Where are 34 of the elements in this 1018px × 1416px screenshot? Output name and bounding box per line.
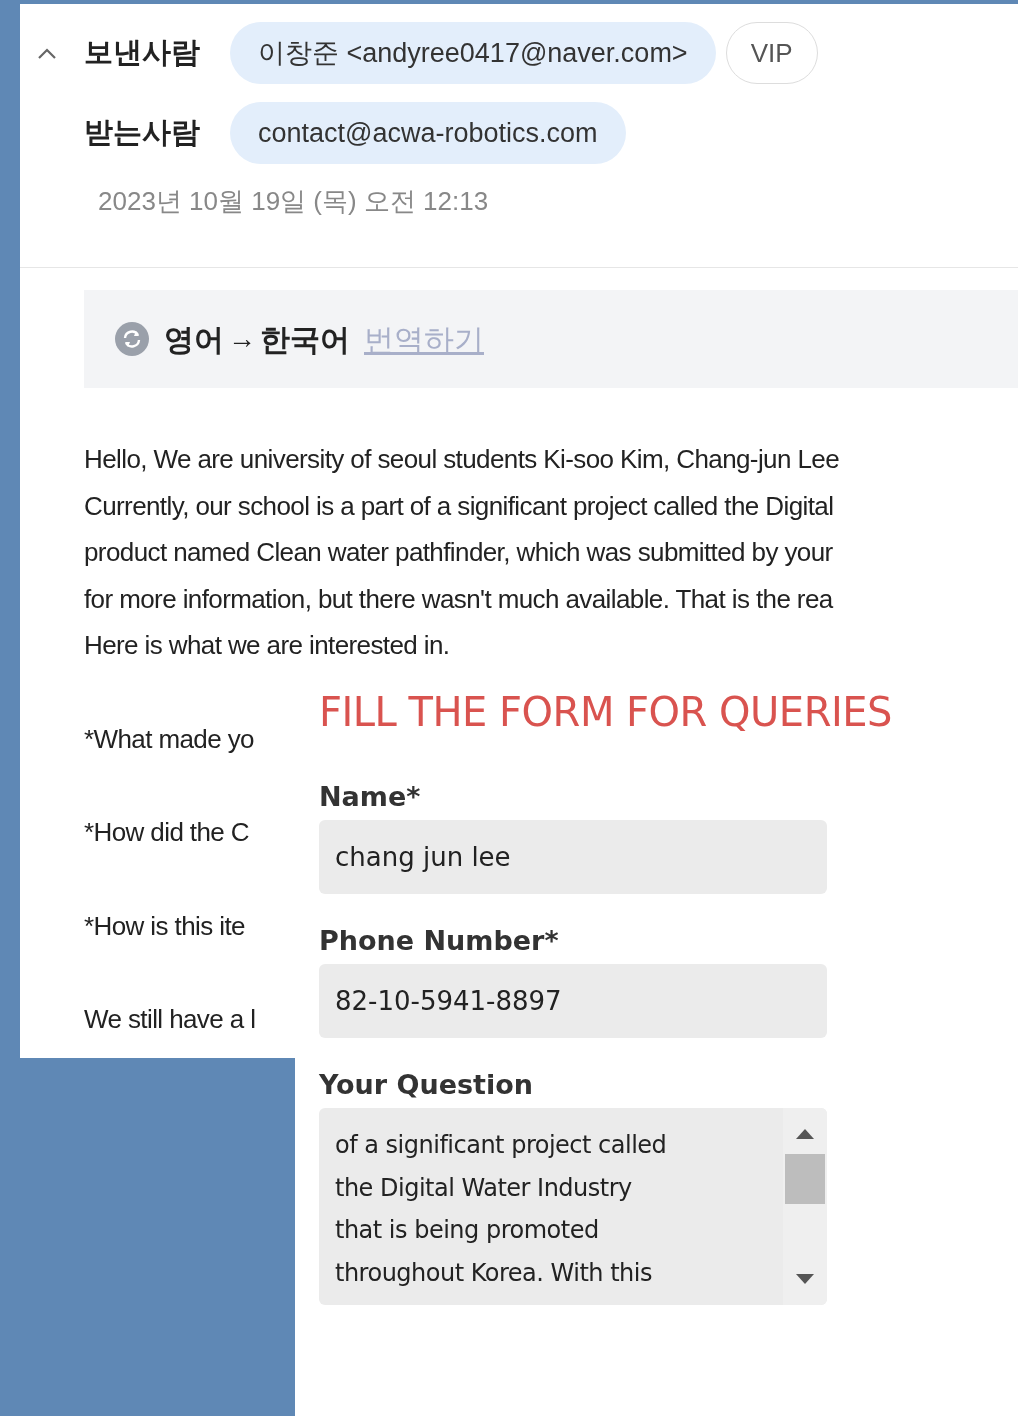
scrollbar-thumb[interactable] [785, 1154, 825, 1204]
field-label: Phone Number* [319, 924, 560, 958]
email-body-line: We still have a l [84, 1003, 256, 1036]
field-label: Your Question [319, 1068, 535, 1102]
target-language: 한국어 [260, 321, 350, 358]
source-language: 영어 [164, 321, 224, 358]
recipient-chip[interactable]: contact@acwa-robotics.com [230, 102, 626, 164]
arrow-glyph: → [228, 322, 256, 356]
email-date: 2023년 10월 19일 (목) 오전 12:13 [97, 185, 490, 218]
email-body-line: for more information, but there wasn't much available. That is the rea [84, 582, 833, 616]
field-label: Name* [319, 780, 422, 814]
email-body-line: *How is this ite [84, 909, 245, 943]
question-text-line: that is being promoted [335, 1215, 600, 1246]
email-body-line: product named Clean water pathfinder, which was submitted by your [84, 536, 833, 569]
translate-refresh-icon [114, 321, 150, 357]
question-text-line: the Digital Water Industry [335, 1172, 633, 1204]
input-field[interactable]: 82-10-5941-8897 [319, 964, 827, 1038]
scrollbar[interactable] [783, 1108, 827, 1305]
question-text-line: throughout Korea. With this [335, 1257, 653, 1289]
collapse-chevron-icon[interactable] [36, 46, 58, 60]
sender-chip[interactable]: 이창준 <andyree0417@naver.com> [230, 22, 716, 84]
email-body-line: Hello, We are university of seoul students Ki-soo Kim, Chang-jun Lee [84, 443, 839, 476]
question-text-line: of a significant project called [335, 1130, 668, 1161]
recipient-label: 받는사람 [84, 115, 201, 151]
email-body-line: Currently, our school is a part of a significant project called the Digital [84, 489, 834, 523]
email-body-line: *What made yo [84, 722, 254, 756]
input-field[interactable]: chang jun lee [319, 820, 827, 894]
email-body-line: *How did the C [84, 816, 250, 849]
email-body-line: Here is what we are interested in. [84, 629, 450, 662]
sender-label: 보낸사람 [84, 35, 201, 71]
question-field[interactable]: of a significant project called the Digital Water Industry that is being promoted throughout Korea. With this [319, 1108, 827, 1305]
scroll-down-icon[interactable] [795, 1273, 815, 1285]
form-title: FILL THE FORM FOR QUERIES [319, 688, 893, 737]
scroll-up-icon[interactable] [795, 1128, 815, 1140]
